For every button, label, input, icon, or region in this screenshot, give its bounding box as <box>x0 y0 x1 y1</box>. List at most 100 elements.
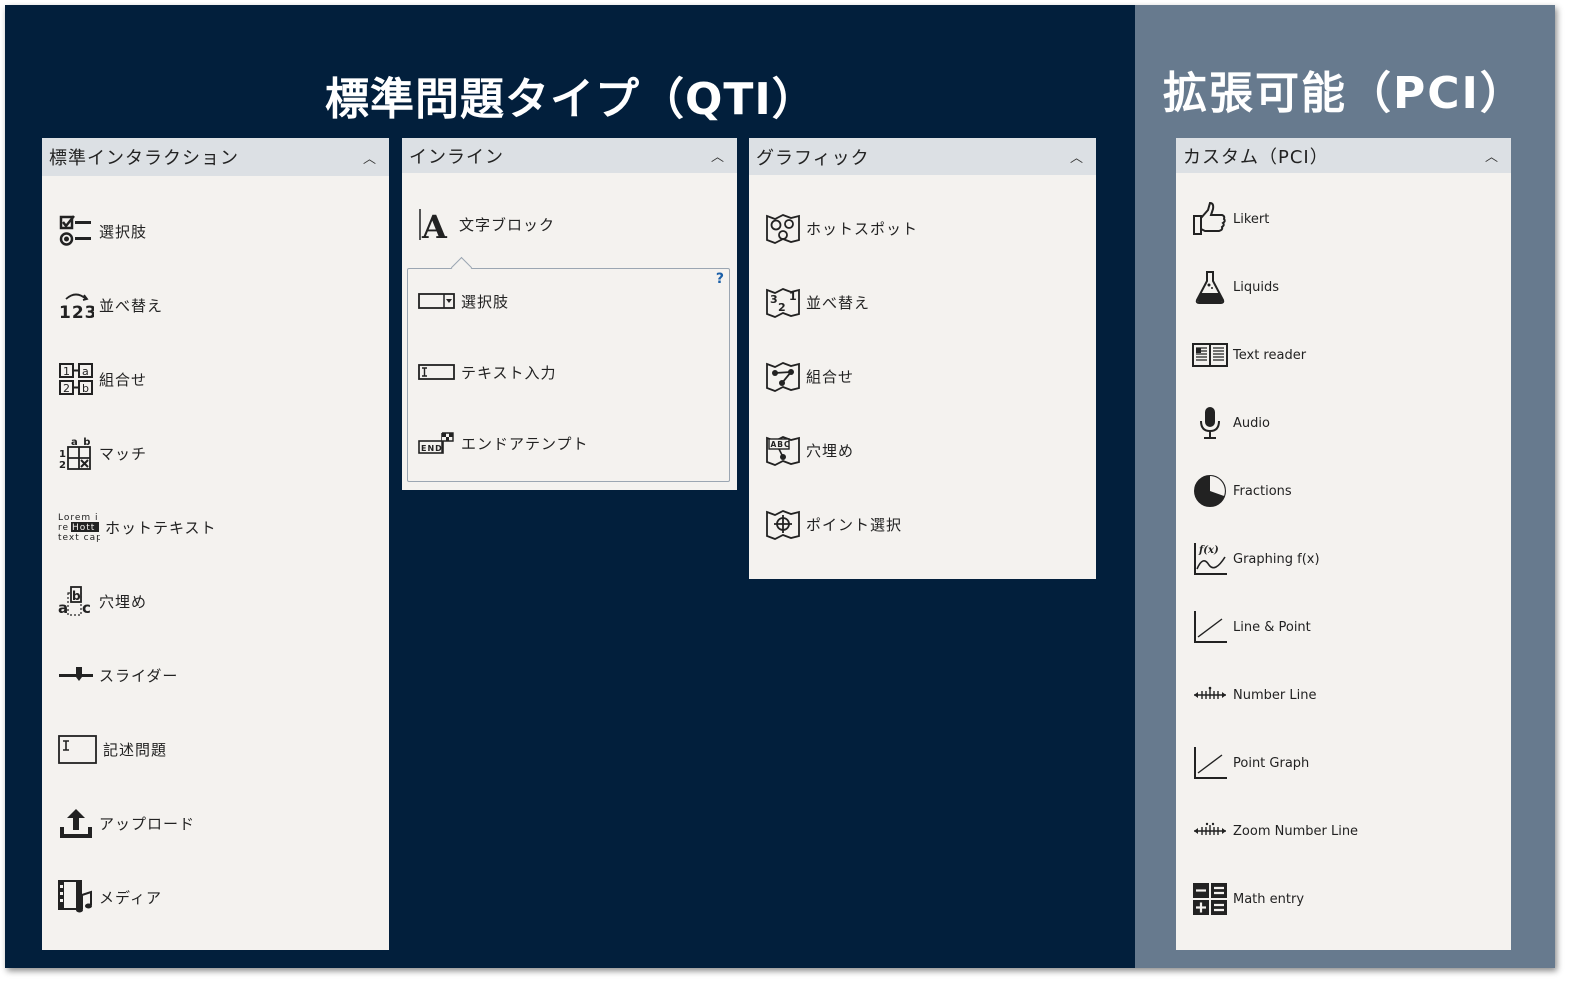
media-icon <box>58 879 94 915</box>
inline-item-text-block[interactable]: A 文字ブロック <box>418 206 556 246</box>
svg-text:2: 2 <box>63 382 71 395</box>
standard-item-extended-text[interactable]: 記述問題 <box>58 731 167 767</box>
standard-item-slider[interactable]: スライダー <box>58 657 178 693</box>
standard-item-choice[interactable]: 選択肢 <box>58 213 147 249</box>
item-label: Audio <box>1233 415 1270 431</box>
inline-item-text-entry[interactable]: テキスト入力 <box>418 354 557 390</box>
graphic-associate-icon <box>765 358 801 394</box>
graphic-item-associate[interactable]: 組合せ <box>765 358 854 394</box>
standard-item-hottext[interactable]: Lorem i re Hott text cap ホットテキスト <box>58 509 217 545</box>
inline-choice-icon <box>418 283 456 319</box>
item-label: 組合せ <box>99 370 148 389</box>
item-label: Number Line <box>1233 687 1317 703</box>
item-label: Point Graph <box>1233 755 1310 771</box>
collapse-chevron-icon[interactable]: ︿ <box>711 146 725 165</box>
gap-match-icon: abc <box>58 583 94 619</box>
number-line-icon <box>1192 677 1228 713</box>
item-label: エンドアテンプト <box>461 434 589 453</box>
text-entry-icon <box>418 354 456 390</box>
item-label: Fractions <box>1233 483 1292 499</box>
pci-item-audio[interactable]: Audio <box>1192 405 1270 441</box>
popover-notch <box>450 256 473 279</box>
svg-text:b: b <box>82 382 90 395</box>
graphic-gap-icon: ABC <box>765 432 801 468</box>
item-label: Zoom Number Line <box>1233 823 1359 839</box>
standard-item-associate[interactable]: 1a2b 組合せ <box>58 361 147 397</box>
pci-title: 拡張可能（PCI） <box>1163 68 1526 119</box>
svg-text:c: c <box>82 599 92 617</box>
inline-item-end-attempt[interactable]: END エンドアテンプト <box>418 425 589 461</box>
choice-icon <box>58 213 94 249</box>
zoom-number-line-icon <box>1192 813 1228 849</box>
item-label: 選択肢 <box>99 222 148 241</box>
pci-item-number-line[interactable]: Number Line <box>1192 677 1316 713</box>
item-label: 文字ブロック <box>459 215 556 234</box>
svg-text:123: 123 <box>59 303 94 323</box>
inline-panel-title: インライン <box>409 146 504 168</box>
item-label: 記述問題 <box>103 740 168 759</box>
extended-text-icon <box>58 731 98 767</box>
svg-text:f(x): f(x) <box>1198 545 1219 556</box>
flask-icon <box>1192 269 1228 305</box>
standard-item-media[interactable]: メディア <box>58 879 162 915</box>
hottext-icon: Lorem i re Hott text cap <box>58 509 102 545</box>
svg-text:2: 2 <box>778 301 787 314</box>
graphic-order-icon: 321 <box>765 284 801 320</box>
pci-item-likert[interactable]: Likert <box>1192 201 1269 237</box>
standard-item-order[interactable]: 123 並べ替え <box>58 287 163 323</box>
associate-icon: 1a2b <box>58 361 94 397</box>
pci-item-graphing[interactable]: f(x) Graphing f(x) <box>1192 541 1320 577</box>
pci-item-line-point[interactable]: Line & Point <box>1192 609 1311 645</box>
qti-area: 標準問題タイプ（QTI） 標準インタラクション ︿ 選択肢 123 並べ替え 1… <box>5 5 1135 968</box>
hotspot-icon <box>765 210 801 246</box>
item-label: 穴埋め <box>806 441 855 460</box>
item-label: スライダー <box>99 666 179 685</box>
standard-item-gap-match[interactable]: abc 穴埋め <box>58 583 147 619</box>
match-icon: a b12 <box>58 435 94 471</box>
svg-text:END: END <box>421 444 443 453</box>
graphic-item-hotspot[interactable]: ホットスポット <box>765 210 918 246</box>
pci-item-math-entry[interactable]: Math entry <box>1192 881 1304 917</box>
microphone-icon <box>1192 405 1228 441</box>
graphic-item-order[interactable]: 321 並べ替え <box>765 284 870 320</box>
end-attempt-icon: END <box>418 425 456 461</box>
collapse-chevron-icon[interactable]: ︿ <box>1070 147 1084 166</box>
graphic-item-gap[interactable]: ABC 穴埋め <box>765 432 854 468</box>
pci-item-liquids[interactable]: Liquids <box>1192 269 1279 305</box>
standard-interactions-panel: 標準インタラクション ︿ 選択肢 123 並べ替え 1a2b 組合せ a b 1… <box>42 138 389 950</box>
pci-item-text-reader[interactable]: Text reader <box>1192 337 1306 373</box>
standard-item-upload[interactable]: アップロード <box>58 805 195 841</box>
graphic-item-select-point[interactable]: ポイント選択 <box>765 506 902 542</box>
graphic-panel-header[interactable]: グラフィック ︿ <box>749 138 1096 175</box>
pci-area: 拡張可能（PCI） カスタム（PCI） ︿ Likert Liquids Tex… <box>1135 5 1555 968</box>
item-label: 組合せ <box>806 367 855 386</box>
inline-item-choice[interactable]: 選択肢 <box>418 283 509 319</box>
inline-panel-header[interactable]: インライン ︿ <box>402 138 737 173</box>
svg-text:re: re <box>58 523 69 533</box>
collapse-chevron-icon[interactable]: ︿ <box>1485 146 1499 165</box>
item-label: 選択肢 <box>461 292 510 311</box>
svg-text:ABC: ABC <box>771 440 791 449</box>
thumbs-up-icon <box>1192 201 1228 237</box>
item-label: Line & Point <box>1233 619 1311 635</box>
item-label: 並べ替え <box>806 293 871 312</box>
custom-pci-panel: カスタム（PCI） ︿ Likert Liquids Text reader A… <box>1176 138 1511 950</box>
math-entry-icon <box>1192 881 1228 917</box>
help-icon[interactable]: ? <box>716 271 724 287</box>
graphic-panel: グラフィック ︿ ホットスポット 321 並べ替え 組合せ ABC 穴埋め ポイ… <box>749 138 1096 579</box>
item-label: メディア <box>99 888 162 907</box>
item-label: Liquids <box>1233 279 1279 295</box>
slider-icon <box>58 657 94 693</box>
pci-item-point-graph[interactable]: Point Graph <box>1192 745 1309 781</box>
book-icon <box>1192 337 1228 373</box>
pci-item-fractions[interactable]: Fractions <box>1192 473 1292 509</box>
order-icon: 123 <box>58 287 97 323</box>
item-label: 穴埋め <box>99 592 148 611</box>
collapse-chevron-icon[interactable]: ︿ <box>363 148 377 167</box>
standard-panel-header[interactable]: 標準インタラクション ︿ <box>42 138 389 176</box>
pie-icon <box>1192 473 1228 509</box>
custom-panel-header[interactable]: カスタム（PCI） ︿ <box>1176 138 1511 173</box>
qti-title: 標準問題タイプ（QTI） <box>325 74 817 125</box>
standard-item-match[interactable]: a b12 マッチ <box>58 435 147 471</box>
pci-item-zoom-number-line[interactable]: Zoom Number Line <box>1192 813 1358 849</box>
